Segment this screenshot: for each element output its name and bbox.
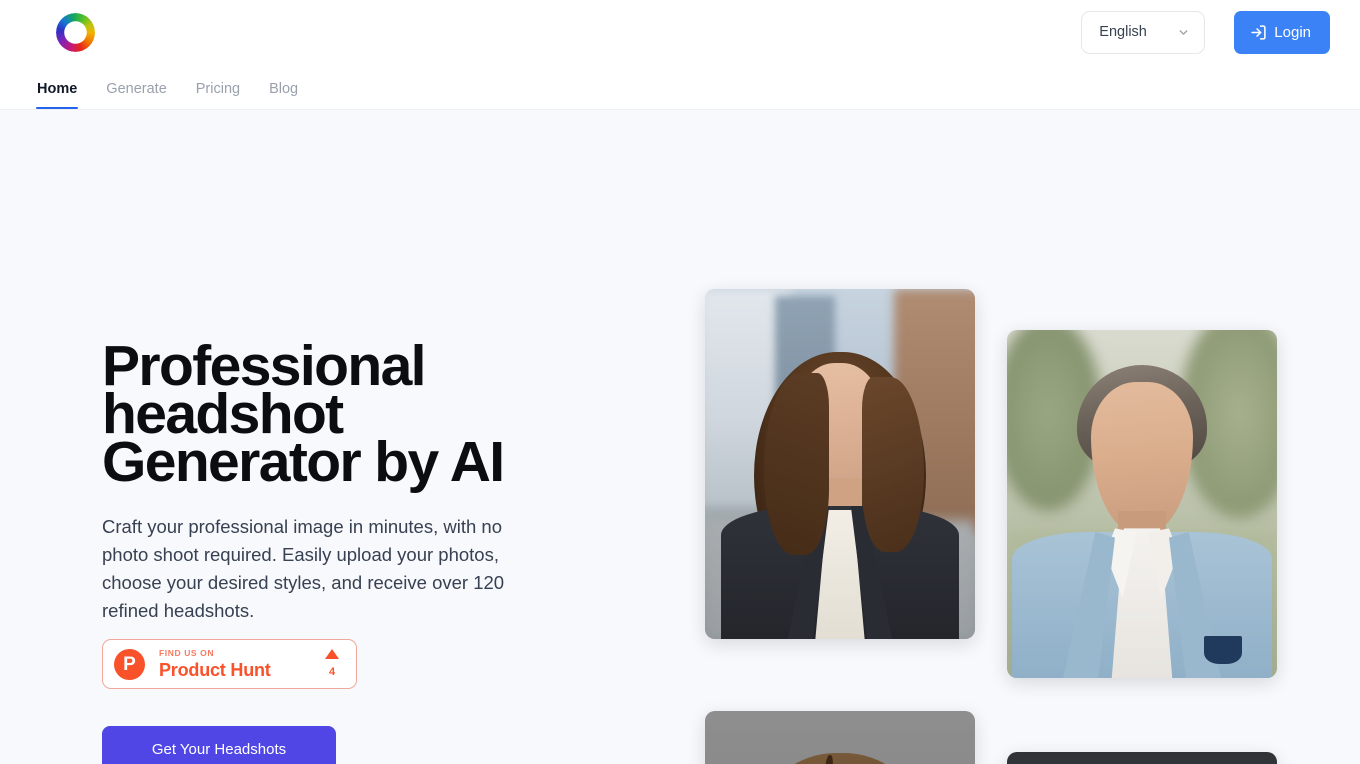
headshot-image-1 (705, 289, 975, 639)
login-arrow-icon (1250, 24, 1267, 41)
product-hunt-kicker: FIND US ON (159, 648, 215, 659)
product-hunt-logo-icon: P (114, 648, 145, 680)
site-header: English Login Home Generate Pricing Blog (0, 0, 1360, 110)
get-your-headshots-button[interactable]: Get Your Headshots (102, 726, 336, 764)
nav-tab-home[interactable]: Home (35, 80, 79, 110)
triangle-up-icon (325, 649, 339, 659)
headshot-image-2 (1007, 330, 1277, 678)
headshot-woman-gray-backdrop[interactable] (705, 711, 975, 764)
nav-tab-generate-label: Generate (106, 80, 167, 97)
nav-tab-pricing[interactable]: Pricing (195, 80, 241, 110)
product-hunt-upvote[interactable]: 4 (325, 649, 343, 679)
headshot-man-park[interactable] (1007, 330, 1277, 678)
page-title: Professional headshot Generator by AI (102, 334, 505, 494)
header-actions: English Login (1081, 10, 1330, 54)
product-hunt-upvote-count: 4 (328, 666, 336, 678)
product-hunt-badge[interactable]: P FIND US ON Product Hunt 4 (102, 639, 357, 689)
headshot-image-3 (705, 711, 975, 764)
login-button-label: Login (1274, 23, 1311, 41)
headshot-man-office[interactable] (1007, 752, 1277, 764)
main-nav: Home Generate Pricing Blog (0, 64, 1360, 109)
nav-tab-home-label: Home (37, 80, 78, 97)
product-hunt-name: Product Hunt (159, 659, 271, 680)
nav-tab-pricing-label: Pricing (195, 80, 241, 97)
header-top-bar: English Login (0, 0, 1360, 64)
headshot-image-4 (1007, 752, 1277, 764)
language-select-value: English (1099, 24, 1147, 40)
hero-copy: Professional headshot Generator by AI Cr… (102, 110, 572, 764)
language-select[interactable]: English (1081, 10, 1206, 54)
product-hunt-text: FIND US ON Product Hunt (159, 649, 311, 679)
login-button[interactable]: Login (1234, 10, 1330, 54)
headshot-gallery (705, 110, 1305, 764)
nav-tab-blog-label: Blog (269, 80, 299, 97)
nav-tab-generate[interactable]: Generate (106, 80, 167, 110)
hero-section: Professional headshot Generator by AI Cr… (0, 110, 1360, 764)
headshot-woman-city-street[interactable] (705, 289, 975, 639)
chevron-down-icon (1177, 26, 1190, 39)
nav-tab-blog[interactable]: Blog (269, 80, 299, 110)
hero-subtitle: Craft your professional image in minutes… (102, 516, 505, 621)
rainbow-ring-logo-icon[interactable] (56, 12, 95, 52)
